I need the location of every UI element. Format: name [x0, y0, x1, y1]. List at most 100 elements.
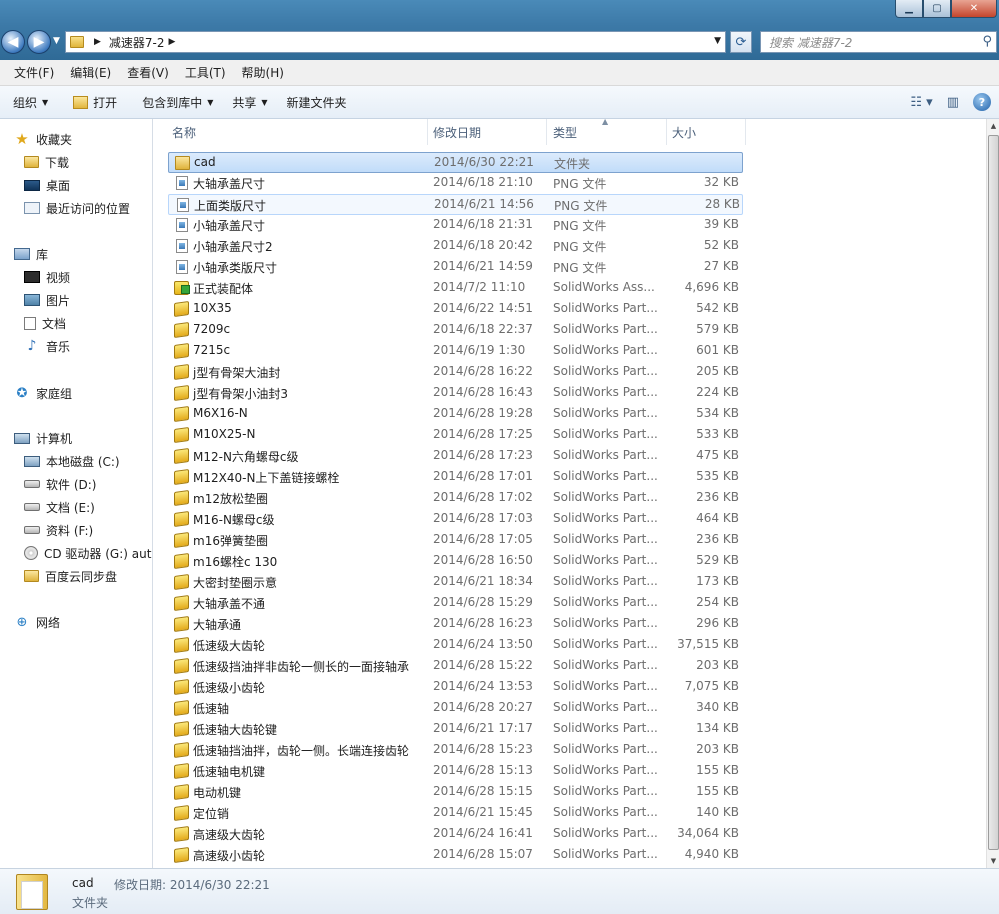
maximize-button[interactable]: ▢	[923, 0, 951, 18]
file-row[interactable]: 低速轴 2014/6/28 20:27 SolidWorks Part... 340 …	[168, 698, 743, 719]
file-row[interactable]: 7209c 2014/6/18 22:37 SolidWorks Part... 57…	[168, 320, 743, 341]
menu-view[interactable]: 查看(V)	[119, 64, 177, 81]
scroll-down-arrow-icon[interactable]: ▼	[987, 854, 999, 868]
menu-tools[interactable]: 工具(T)	[177, 64, 234, 81]
file-row[interactable]: 低速级大齿轮 2014/6/24 13:50 SolidWorks Part... 3…	[168, 635, 743, 656]
breadcrumb-current-folder[interactable]: 减速器7-2	[109, 34, 165, 51]
nav-drive-g[interactable]: CD 驱动器 (G:) auto	[24, 543, 152, 563]
chevron-right-icon[interactable]: ▶	[169, 37, 176, 47]
column-header-date[interactable]: 修改日期	[427, 119, 547, 145]
forward-button[interactable]: ▶	[27, 30, 51, 54]
file-list[interactable]: 名称 修改日期 类型 ▲ 大小 cad 2014/6/30 22:21 文件夹 大轴承…	[154, 119, 986, 868]
open-button[interactable]: 打开	[66, 94, 129, 111]
vertical-scrollbar[interactable]: ▲ ▼	[986, 119, 999, 868]
back-button[interactable]: ◀	[1, 30, 25, 54]
nav-baidu-sync[interactable]: 百度云同步盘	[24, 566, 117, 586]
file-row[interactable]: 上面类版尺寸 2014/6/21 14:56 PNG 文件 28 KB	[168, 194, 743, 215]
search-icon[interactable]: ⚲	[982, 34, 992, 49]
file-row[interactable]: m16弹簧垫圈 2014/6/28 17:05 SolidWorks Part...…	[168, 530, 743, 551]
nav-drive-d[interactable]: 软件 (D:)	[24, 474, 96, 494]
file-row[interactable]: 低速轴电机键 2014/6/28 15:13 SolidWorks Part... 1…	[168, 761, 743, 782]
file-row[interactable]: M12-N六角螺母c级 2014/6/28 17:23 SolidWorks Par…	[168, 446, 743, 467]
part-file-icon	[174, 846, 189, 864]
document-icon	[24, 316, 36, 330]
search-input[interactable]: 搜索 减速器7-2 ⚲	[760, 31, 997, 53]
nav-homegroup[interactable]: ✪ 家庭组	[14, 383, 72, 403]
file-row[interactable]: 小轴承盖尺寸2 2014/6/18 20:42 PNG 文件 52 KB	[168, 236, 743, 257]
recent-pages-dropdown[interactable]: ▼	[53, 36, 60, 46]
refresh-button[interactable]: ⟳	[730, 31, 752, 53]
file-row[interactable]: 电动机键 2014/6/28 15:15 SolidWorks Part... 155…	[168, 782, 743, 803]
minimize-button[interactable]: ▁	[895, 0, 923, 18]
file-row[interactable]: 低速轴挡油拌，齿轮一侧。长端连接齿轮 2014/6/28 15:23 SolidWo…	[168, 740, 743, 761]
file-row[interactable]: 高速级小齿轮 2014/6/28 15:07 SolidWorks Part... 4…	[168, 845, 743, 866]
nav-network[interactable]: ⊕ 网络	[14, 612, 60, 632]
part-file-icon	[174, 783, 189, 801]
nav-libraries[interactable]: 库	[14, 244, 48, 264]
nav-music[interactable]: ♪ 音乐	[24, 336, 70, 356]
file-row[interactable]: 低速级挡油拌非齿轮一侧长的一面接轴承 2014/6/28 15:22 SolidWo…	[168, 656, 743, 677]
file-row[interactable]: M6X16-N 2014/6/28 19:28 SolidWorks Part...…	[168, 404, 743, 425]
file-row[interactable]: 大轴承盖尺寸 2014/6/18 21:10 PNG 文件 32 KB	[168, 173, 743, 194]
organize-label: 组织	[13, 95, 38, 110]
chevron-right-icon[interactable]: ▶	[94, 37, 101, 47]
help-icon[interactable]: ?	[973, 93, 991, 111]
scroll-up-arrow-icon[interactable]: ▲	[987, 119, 999, 133]
organize-button[interactable]: 组织 ▼	[6, 94, 60, 111]
file-type: SolidWorks Part...	[553, 700, 658, 714]
nav-computer[interactable]: 计算机	[14, 428, 72, 448]
change-view-icon[interactable]: ☷ ▾	[910, 95, 932, 110]
include-in-library-button[interactable]: 包含到库中 ▼	[135, 94, 225, 111]
preview-pane-icon[interactable]: ▥	[947, 95, 959, 110]
address-bar[interactable]: ▶ 减速器7-2 ▶ ▼	[65, 31, 726, 53]
scrollbar-thumb[interactable]	[988, 135, 999, 850]
menu-help[interactable]: 帮助(H)	[234, 64, 292, 81]
nav-videos[interactable]: 视频	[24, 267, 70, 287]
nav-downloads[interactable]: 下载	[24, 152, 69, 172]
share-button[interactable]: 共享 ▼	[225, 94, 279, 111]
file-row[interactable]: 10X35 2014/6/22 14:51 SolidWorks Part... 54…	[168, 299, 743, 320]
network-icon: ⊕	[16, 614, 28, 630]
nav-drive-c[interactable]: 本地磁盘 (C:)	[24, 451, 120, 471]
nav-drive-e[interactable]: 文档 (E:)	[24, 497, 95, 517]
file-row[interactable]: 低速级小齿轮 2014/6/24 13:53 SolidWorks Part... 7…	[168, 677, 743, 698]
file-row[interactable]: cad 2014/6/30 22:21 文件夹	[168, 152, 743, 173]
nav-documents[interactable]: 文档	[24, 313, 66, 333]
file-row[interactable]: 高速级大齿轮 2014/6/24 16:41 SolidWorks Part... 3…	[168, 824, 743, 845]
new-folder-button[interactable]: 新建文件夹	[280, 94, 359, 111]
file-row[interactable]: 大轴承通 2014/6/28 16:23 SolidWorks Part... 296…	[168, 614, 743, 635]
file-row[interactable]: 小轴承类版尺寸 2014/6/21 14:59 PNG 文件 27 KB	[168, 257, 743, 278]
file-row[interactable]: j型有骨架大油封 2014/6/28 16:22 SolidWorks Part..…	[168, 362, 743, 383]
file-row[interactable]: m16螺栓c 130 2014/6/28 16:50 SolidWorks Part…	[168, 551, 743, 572]
video-icon	[24, 271, 40, 283]
file-row[interactable]: 大密封垫圈示意 2014/6/21 18:34 SolidWorks Part...…	[168, 572, 743, 593]
column-header-name[interactable]: 名称	[166, 119, 428, 145]
file-size: 236 KB	[696, 532, 739, 546]
file-row[interactable]: 低速轴大齿轮键 2014/6/21 17:17 SolidWorks Part...…	[168, 719, 743, 740]
column-header-size[interactable]: 大小	[666, 119, 746, 145]
file-row[interactable]: M10X25-N 2014/6/28 17:25 SolidWorks Part..…	[168, 425, 743, 446]
address-history-dropdown[interactable]: ▼	[714, 36, 721, 46]
nav-drive-f[interactable]: 资料 (F:)	[24, 520, 93, 540]
file-size: 155 KB	[696, 763, 739, 777]
file-row[interactable]: 小轴承盖尺寸 2014/6/18 21:31 PNG 文件 39 KB	[168, 215, 743, 236]
file-modified-date: 2014/6/28 16:50	[433, 553, 533, 567]
navigation-pane[interactable]: ★ 收藏夹 下载 桌面 最近访问的位置 库 视频 图片 文档 ♪ 音乐 ✪ 家庭组 计…	[0, 119, 153, 868]
file-row[interactable]: M12X40-N上下盖链接螺栓 2014/6/28 17:01 SolidWorks…	[168, 467, 743, 488]
file-row[interactable]: 正式装配体 2014/7/2 11:10 SolidWorks Ass... 4,69…	[168, 278, 743, 299]
close-button[interactable]: ✕	[951, 0, 997, 18]
file-row[interactable]: M16-N螺母c级 2014/6/28 17:03 SolidWorks Part.…	[168, 509, 743, 530]
file-row[interactable]: 7215c 2014/6/19 1:30 SolidWorks Part... 601…	[168, 341, 743, 362]
file-row[interactable]: 定位销 2014/6/21 15:45 SolidWorks Part... 140 …	[168, 803, 743, 824]
nav-pictures[interactable]: 图片	[24, 290, 70, 310]
menu-file[interactable]: 文件(F)	[6, 64, 62, 81]
menu-edit[interactable]: 编辑(E)	[62, 64, 119, 81]
file-row[interactable]: m12放松垫圈 2014/6/28 17:02 SolidWorks Part...…	[168, 488, 743, 509]
file-row[interactable]: 大轴承盖不通 2014/6/28 15:29 SolidWorks Part... 2…	[168, 593, 743, 614]
nav-desktop[interactable]: 桌面	[24, 175, 70, 195]
file-name: 小轴承盖尺寸	[193, 219, 266, 233]
file-row[interactable]: j型有骨架小油封3 2014/6/28 16:43 SolidWorks Part.…	[168, 383, 743, 404]
nav-recent-places[interactable]: 最近访问的位置	[24, 198, 130, 218]
nav-favorites[interactable]: ★ 收藏夹	[14, 129, 72, 149]
column-label: 大小	[672, 125, 697, 140]
